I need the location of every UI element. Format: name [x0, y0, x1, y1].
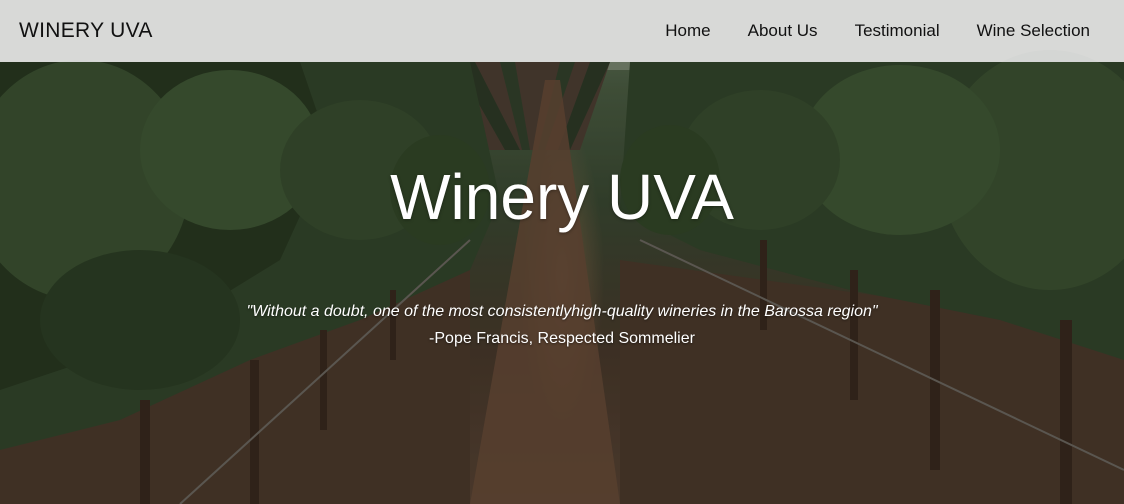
background-dim-overlay	[0, 0, 1124, 504]
testimonial-attribution: -Pope Francis, Respected Sommelier	[429, 330, 695, 347]
testimonial-quote: "Without a doubt, one of the most consis…	[246, 303, 878, 320]
hero-section: WINERY UVA Home About Us Testimonial Win…	[0, 0, 1124, 504]
nav-link-home[interactable]: Home	[665, 21, 710, 41]
brand-logo-link[interactable]: WINERY UVA	[19, 19, 153, 43]
hero-title: Winery UVA	[390, 161, 734, 233]
nav-link-wine-selection[interactable]: Wine Selection	[977, 21, 1090, 41]
nav-links: Home About Us Testimonial Wine Selection	[628, 21, 1090, 41]
top-navbar: WINERY UVA Home About Us Testimonial Win…	[0, 0, 1124, 62]
nav-link-about-us[interactable]: About Us	[748, 21, 818, 41]
nav-link-testimonial[interactable]: Testimonial	[855, 21, 940, 41]
